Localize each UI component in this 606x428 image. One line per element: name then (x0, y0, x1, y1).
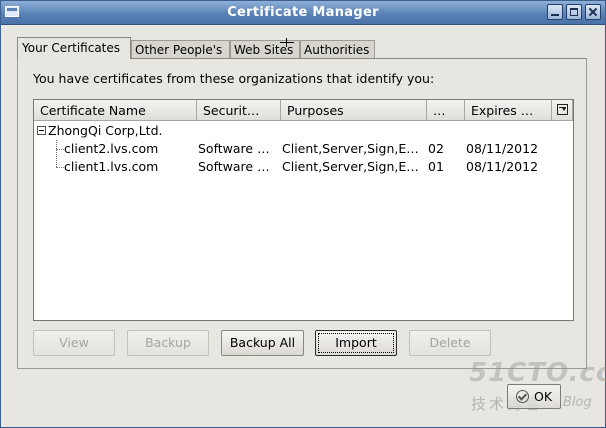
close-icon[interactable] (585, 4, 601, 20)
delete-button[interactable]: Delete (409, 330, 491, 356)
cert-serial: 02 (428, 141, 444, 156)
ok-button[interactable]: OK (507, 384, 561, 409)
maximize-icon[interactable] (566, 4, 582, 20)
backup-all-button[interactable]: Backup All (221, 330, 304, 356)
view-button[interactable]: View (33, 330, 115, 356)
cert-security: Software … (198, 141, 270, 156)
cert-name: client2.lvs.com (64, 141, 159, 156)
cert-purposes: Client,Server,Sign,E… (282, 159, 419, 174)
column-purposes[interactable]: Purposes (281, 100, 427, 121)
cert-purposes: Client,Server,Sign,E… (282, 141, 419, 156)
intro-text: You have certificates from these organiz… (33, 71, 435, 86)
column-picker-button[interactable] (552, 100, 573, 121)
window-title: Certificate Manager (227, 5, 379, 20)
tab-other-peoples[interactable]: Other People's (131, 40, 230, 59)
tree-row-organization[interactable]: ZhongQi Corp,Ltd. (34, 122, 573, 140)
certificate-tree[interactable]: Certificate Name Securit… Purposes … Exp… (33, 99, 574, 321)
cert-serial: 01 (428, 159, 444, 174)
title-bar[interactable]: Certificate Manager (1, 1, 605, 25)
column-security[interactable]: Securit… (197, 100, 281, 121)
tree-header: Certificate Name Securit… Purposes … Exp… (34, 100, 573, 121)
collapse-icon[interactable] (37, 126, 46, 135)
column-expires[interactable]: Expires … (465, 100, 552, 121)
table-row[interactable]: client1.lvs.com Software … Client,Server… (34, 158, 573, 176)
column-serial[interactable]: … (427, 100, 465, 121)
ok-icon (516, 390, 529, 403)
tab-authorities[interactable]: Authorities (300, 40, 375, 59)
organization-name: ZhongQi Corp,Ltd. (48, 123, 163, 138)
column-picker-icon (557, 104, 568, 115)
column-certificate-name[interactable]: Certificate Name (34, 100, 197, 121)
focus-ring (318, 333, 394, 353)
cert-expires: 08/11/2012 (466, 141, 539, 156)
cert-name: client1.lvs.com (64, 159, 159, 174)
ok-button-label: OK (534, 389, 553, 404)
cert-expires: 08/11/2012 (466, 159, 539, 174)
cert-security: Software … (198, 159, 270, 174)
table-row[interactable]: client2.lvs.com Software … Client,Server… (34, 140, 573, 158)
backup-button[interactable]: Backup (127, 330, 209, 356)
minimize-icon[interactable] (547, 4, 563, 20)
resize-cursor-icon (279, 38, 295, 47)
tab-your-certificates[interactable]: Your Certificates (17, 37, 131, 59)
import-button[interactable]: Import (315, 330, 397, 356)
tab-panel: You have certificates from these organiz… (17, 58, 587, 369)
certificate-manager-window: Certificate Manager Your Certificates Ot… (0, 0, 606, 428)
watermark-blog: Blog (563, 395, 592, 410)
